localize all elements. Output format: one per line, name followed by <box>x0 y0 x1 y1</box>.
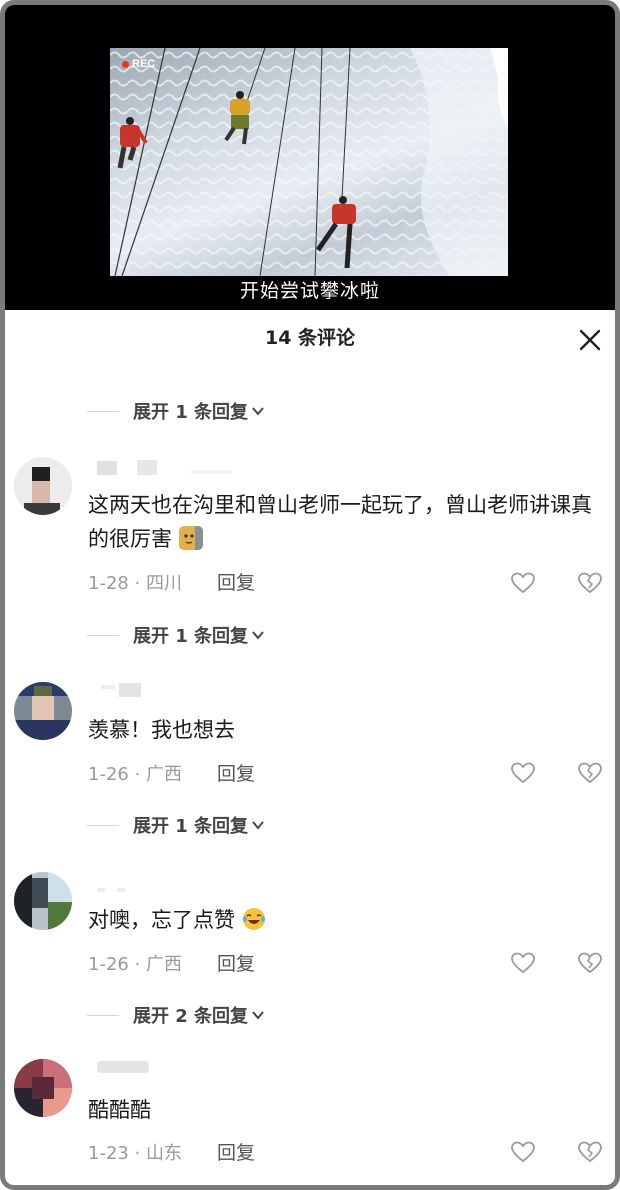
comments-count-title: 14 条评论 <box>264 327 356 349</box>
comment-date-location: 1-26 · 广西 <box>88 954 183 975</box>
comment-text: 酷酷酷 <box>88 1093 603 1127</box>
pixelated-avatar-image <box>14 872 72 930</box>
divider-line <box>87 634 119 636</box>
laugh-cry-emoji-icon <box>242 908 265 930</box>
pixelated-avatar-image <box>14 1059 72 1117</box>
reply-button[interactable]: 回复 <box>217 568 255 595</box>
pixelated-avatar-image <box>14 682 72 740</box>
expand-replies-label: 展开 1 条回复 <box>133 402 249 423</box>
blurred-username-image <box>97 888 125 892</box>
video-player[interactable]: REC 开始尝试攀冰啦 <box>5 5 615 310</box>
comment-body: 这两天也在沟里和曾山老师一起玩了，曾山老师讲课真的很厉害 <box>88 493 592 551</box>
reply-button[interactable]: 回复 <box>217 759 255 786</box>
comment-text: 这两天也在沟里和曾山老师一起玩了，曾山老师讲课真的很厉害 <box>88 488 603 556</box>
expand-replies-label: 展开 1 条回复 <box>133 626 249 647</box>
like-heart-icon[interactable] <box>510 761 536 785</box>
ice-wall-image <box>110 48 508 276</box>
expand-replies-label: 展开 1 条回复 <box>133 816 249 837</box>
comment-date-location: 1-28 · 四川 <box>88 573 183 594</box>
comment-body: 羡慕！我也想去 <box>88 718 235 742</box>
close-icon[interactable] <box>577 327 603 353</box>
video-subtitle: 开始尝试攀冰啦 <box>239 280 380 302</box>
cat-emoji-icon <box>178 526 203 550</box>
chevron-down-icon <box>252 821 264 830</box>
avatar[interactable] <box>14 1059 72 1117</box>
expand-replies-button[interactable]: 展开 2 条回复 <box>87 1001 265 1029</box>
chevron-down-icon <box>252 407 264 416</box>
reply-button[interactable]: 回复 <box>217 1138 255 1165</box>
dislike-broken-heart-icon[interactable] <box>577 571 603 595</box>
pixelated-avatar-image <box>14 457 72 515</box>
phone-frame: REC 开始尝试攀冰啦 14 条评论 展开 1 条回复 这两天也在沟里和曾山老师… <box>0 0 620 1190</box>
blurred-username-image <box>97 1061 149 1073</box>
divider-line <box>87 410 119 412</box>
comment-body: 对噢，忘了点赞 <box>88 908 235 932</box>
expand-replies-button[interactable]: 展开 1 条回复 <box>87 397 265 425</box>
avatar[interactable] <box>14 682 72 740</box>
like-heart-icon[interactable] <box>510 1140 536 1164</box>
expand-replies-label: 展开 2 条回复 <box>133 1006 249 1027</box>
username-blurred[interactable] <box>93 458 243 476</box>
expand-replies-button[interactable]: 展开 1 条回复 <box>87 811 265 839</box>
username-blurred[interactable] <box>93 681 193 699</box>
username-blurred[interactable] <box>93 881 153 899</box>
username-blurred[interactable] <box>93 1057 173 1075</box>
comment-text: 对噢，忘了点赞 <box>88 903 603 937</box>
like-heart-icon[interactable] <box>510 571 536 595</box>
comment-body: 酷酷酷 <box>88 1098 151 1122</box>
ice-climbing-video-frame[interactable]: REC <box>110 48 508 276</box>
like-heart-icon[interactable] <box>510 951 536 975</box>
comment-date-location: 1-26 · 广西 <box>88 764 183 785</box>
comment-text: 羡慕！我也想去 <box>88 713 603 747</box>
divider-line <box>87 824 119 826</box>
chevron-down-icon <box>252 631 264 640</box>
dislike-broken-heart-icon[interactable] <box>577 951 603 975</box>
avatar[interactable] <box>14 872 72 930</box>
reply-button[interactable]: 回复 <box>217 949 255 976</box>
chevron-down-icon <box>252 1011 264 1020</box>
avatar[interactable] <box>14 457 72 515</box>
rec-indicator: REC <box>122 58 155 70</box>
dislike-broken-heart-icon[interactable] <box>577 1140 603 1164</box>
divider-line <box>87 1014 119 1016</box>
blurred-username-image <box>97 460 231 475</box>
dislike-broken-heart-icon[interactable] <box>577 761 603 785</box>
comment-date-location: 1-23 · 山东 <box>88 1143 183 1164</box>
expand-replies-button[interactable]: 展开 1 条回复 <box>87 621 265 649</box>
rec-dot-icon <box>122 60 129 68</box>
rec-label: REC <box>132 58 156 70</box>
blurred-username-image <box>101 683 141 697</box>
